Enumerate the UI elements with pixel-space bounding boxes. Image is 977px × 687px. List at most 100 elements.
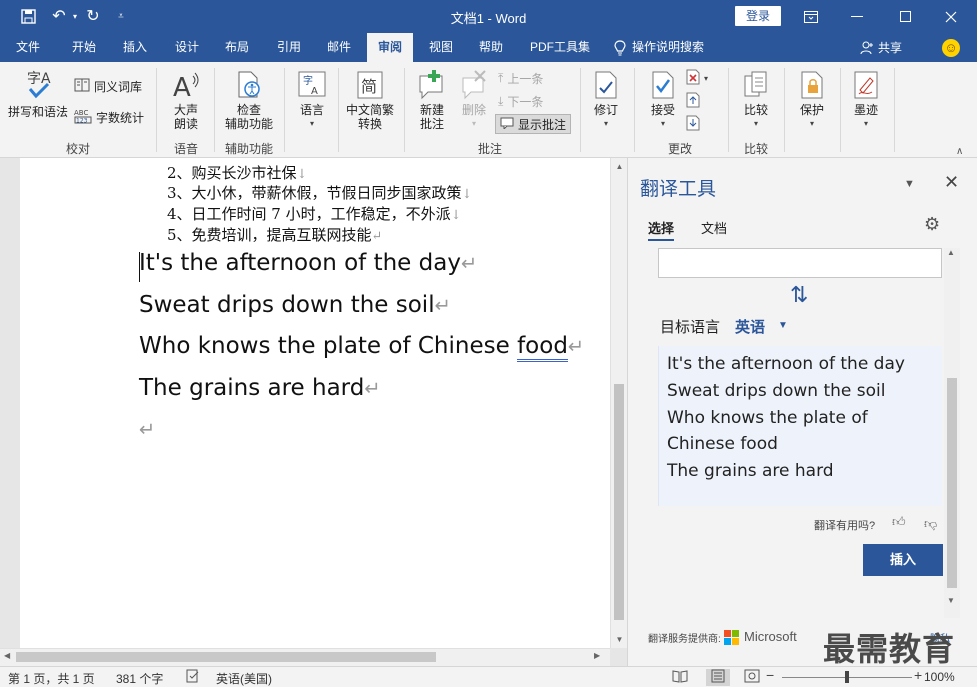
show-comments-button[interactable]: 显示批注	[495, 114, 572, 134]
pane-options-icon[interactable]: ▼	[904, 178, 915, 190]
word-count-button[interactable]: ABC 123 字数统计	[74, 107, 144, 127]
paragraph-mark: ↵	[434, 294, 451, 317]
new-comment-button[interactable]: 新建 批注	[410, 70, 454, 131]
target-language-select[interactable]: 英语	[735, 316, 765, 337]
next-comment-button[interactable]: ⤓ 下一条	[498, 91, 543, 111]
reject-change-button[interactable]: ▾	[686, 68, 708, 88]
scroll-left-icon[interactable]: ◀	[4, 651, 10, 660]
word-count-icon: ABC 123	[74, 108, 92, 127]
provider-label: 翻译服务提供商:	[648, 634, 721, 645]
scrollbar-thumb[interactable]	[16, 652, 436, 662]
tab-pdf-tools[interactable]: PDF工具集	[524, 33, 596, 62]
collapse-ribbon-icon[interactable]: ∧	[956, 146, 963, 157]
microsoft-logo-icon	[724, 630, 739, 645]
zoom-in-icon[interactable]: +	[914, 667, 922, 683]
close-icon[interactable]	[928, 0, 974, 33]
check-accessibility-button[interactable]: 检查 辅助功能	[220, 70, 278, 131]
new-comment-label-2: 批注	[419, 117, 444, 131]
accept-dropdown-icon: ▾	[660, 119, 665, 128]
zoom-slider-thumb[interactable]	[845, 671, 849, 683]
web-layout-icon[interactable]	[744, 669, 760, 686]
tab-references[interactable]: 引用	[268, 33, 310, 62]
ribbon-display-options-icon[interactable]	[788, 0, 834, 33]
thumbs-down-icon[interactable]: 👎︎	[924, 516, 937, 532]
document-vertical-scrollbar[interactable]: ▲ ▼	[610, 158, 627, 648]
provider-name: Microsoft	[744, 629, 797, 644]
tell-me-search[interactable]: 操作说明搜索	[614, 33, 704, 62]
read-mode-icon[interactable]	[672, 669, 688, 686]
document-page[interactable]: 2、购买长沙市社保↓ 3、大小休，带薪休假，节假日同步国家政策↓ 4、日工作时间…	[20, 158, 610, 648]
chinese-conversion-button[interactable]: 简 中文简繁 转换	[342, 70, 398, 131]
previous-change-button[interactable]	[686, 91, 700, 111]
minimize-icon[interactable]	[834, 0, 880, 33]
thesaurus-label: 同义词库	[94, 79, 143, 94]
language-button[interactable]: 字A 语言 ▾	[292, 70, 332, 131]
protect-button[interactable]: 保护 ▾	[792, 70, 832, 131]
spelling-grammar-button[interactable]: 字A 拼写和语法	[6, 68, 70, 119]
document-horizontal-scrollbar[interactable]: ◀ ▶	[0, 648, 610, 666]
gear-icon[interactable]: ⚙	[924, 214, 940, 235]
previous-comment-button[interactable]: ⤒ 上一条	[498, 68, 543, 88]
word-count[interactable]: 381 个字	[116, 670, 163, 687]
pane-scrollbar[interactable]: ▲ ▼	[944, 248, 960, 618]
proofing-status-icon[interactable]	[186, 669, 200, 686]
zoom-level[interactable]: 100%	[924, 670, 955, 684]
scroll-up-icon[interactable]: ▲	[947, 248, 955, 257]
tab-help[interactable]: 帮助	[470, 33, 512, 62]
read-aloud-button[interactable]: A 大声 朗读	[164, 70, 208, 131]
show-comments-label: 显示批注	[518, 117, 567, 132]
tab-file[interactable]: 文件	[8, 33, 48, 62]
reject-change-icon	[686, 69, 700, 88]
tab-view[interactable]: 视图	[420, 33, 462, 62]
ribbon-separator	[840, 68, 841, 152]
scrollbar-thumb[interactable]	[614, 384, 624, 620]
track-changes-icon	[592, 70, 620, 100]
pane-close-icon[interactable]: ✕	[944, 172, 959, 193]
delete-comment-button[interactable]: 删除 ▾	[456, 70, 492, 131]
tab-home[interactable]: 开始	[62, 33, 106, 62]
thumbs-up-icon[interactable]: 👍︎	[892, 514, 906, 530]
result-line: Sweat drips down the soil	[667, 381, 886, 401]
target-language-label: 目标语言	[660, 319, 721, 336]
tab-document[interactable]: 文档	[701, 218, 727, 237]
tab-insert[interactable]: 插入	[114, 33, 156, 62]
ink-button[interactable]: 墨迹 ▾	[846, 70, 886, 131]
doc-line: 4、日工作时间 7 小时，工作稳定，不外派↓	[167, 203, 461, 224]
zoom-out-icon[interactable]: −	[766, 667, 774, 683]
maximize-icon[interactable]	[882, 0, 928, 33]
compare-icon	[742, 70, 770, 100]
tab-review[interactable]: 审阅	[367, 33, 413, 62]
language-icon: 字A	[297, 70, 327, 100]
swap-languages-icon[interactable]: ⇅	[790, 282, 808, 308]
source-text-box[interactable]	[658, 248, 942, 278]
chevron-down-icon[interactable]: ▼	[778, 320, 788, 331]
scrollbar-thumb[interactable]	[947, 378, 957, 588]
insert-button[interactable]: 插入	[863, 544, 943, 576]
tab-design[interactable]: 设计	[166, 33, 208, 62]
page-count[interactable]: 第 1 页，共 1 页	[8, 670, 95, 687]
accept-change-button[interactable]: 接受 ▾	[642, 70, 684, 131]
ribbon-separator	[156, 68, 157, 152]
scroll-right-icon[interactable]: ▶	[594, 651, 600, 660]
delete-comment-icon	[459, 70, 489, 100]
scroll-down-icon[interactable]: ▼	[947, 596, 955, 605]
login-button[interactable]: 登录	[735, 6, 781, 26]
doc-line-text: 2、购买长沙市社保	[167, 164, 297, 182]
chinese-conversion-label-2: 转换	[357, 117, 382, 131]
tab-mailings[interactable]: 邮件	[318, 33, 360, 62]
ribbon-tabs: 文件 开始 插入 设计 布局 引用 邮件 审阅 视图 帮助 PDF工具集 操作说…	[0, 33, 977, 62]
grammar-flagged-word[interactable]: food	[517, 333, 568, 362]
thesaurus-button[interactable]: 同义词库	[74, 76, 142, 96]
feedback-smiley-icon[interactable]: ☺	[942, 39, 960, 57]
print-layout-icon[interactable]	[706, 669, 730, 686]
document-language[interactable]: 英语(美国)	[216, 670, 272, 687]
tab-layout[interactable]: 布局	[216, 33, 258, 62]
tab-selection[interactable]: 选择	[648, 218, 675, 241]
scroll-up-icon[interactable]: ▲	[611, 158, 628, 175]
scroll-down-icon[interactable]: ▼	[611, 631, 628, 648]
svg-text:ABC: ABC	[74, 109, 88, 117]
compare-button[interactable]: 比较 ▾	[736, 70, 776, 131]
track-changes-button[interactable]: 修订 ▾	[586, 70, 626, 131]
share-button[interactable]: 共享	[860, 33, 902, 62]
next-change-button[interactable]	[686, 114, 700, 134]
